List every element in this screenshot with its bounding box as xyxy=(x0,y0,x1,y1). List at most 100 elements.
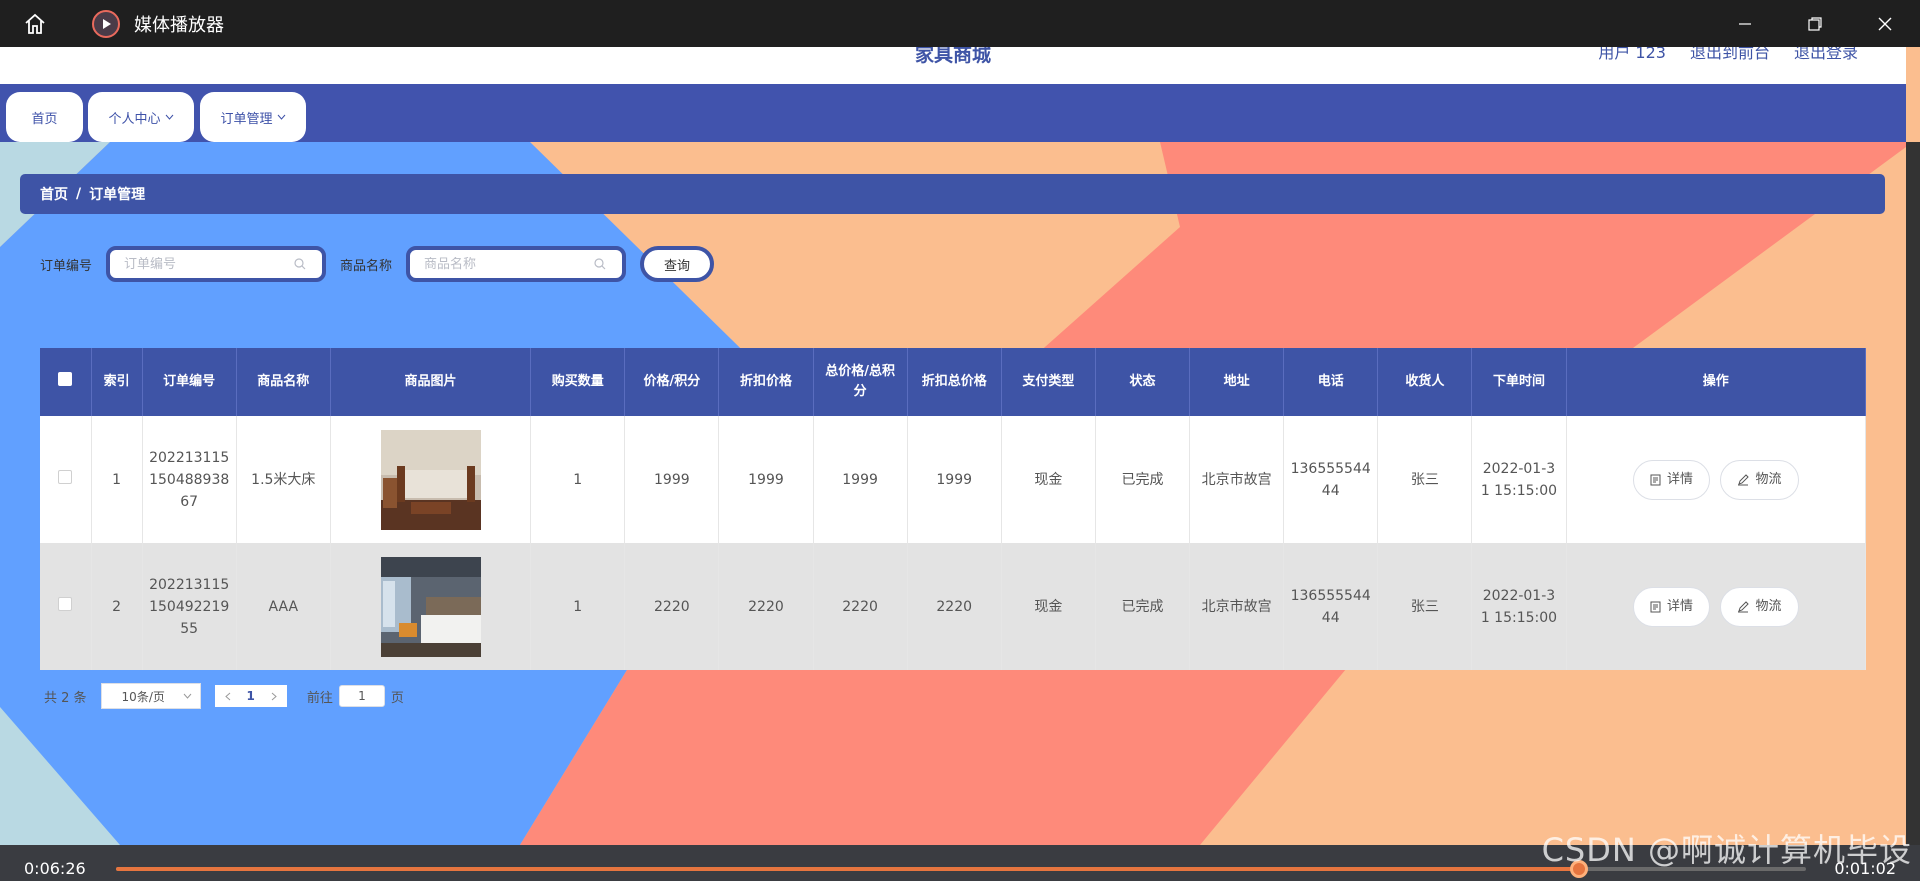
time-elapsed: 0:06:26 xyxy=(24,859,86,878)
chevron-down-icon xyxy=(183,693,191,699)
cell-pay-type: 现金 xyxy=(1001,543,1096,670)
col-status: 状态 xyxy=(1095,348,1191,416)
col-image: 商品图片 xyxy=(330,348,532,416)
detail-button[interactable]: 详情 xyxy=(1633,586,1711,627)
query-button[interactable]: 查询 xyxy=(640,246,715,282)
detail-button-label: 详情 xyxy=(1667,471,1694,487)
cell-pay-type: 现金 xyxy=(1001,416,1096,543)
col-time: 下单时间 xyxy=(1471,348,1567,416)
col-price: 价格/积分 xyxy=(624,348,720,416)
detail-button[interactable]: 详情 xyxy=(1633,459,1711,500)
col-receiver: 收货人 xyxy=(1377,348,1473,416)
home-icon[interactable] xyxy=(20,9,50,39)
orders-table: 索引 订单编号 商品名称 商品图片 购买数量 价格/积分 折扣价格 总价格/总积… xyxy=(40,348,1867,670)
cell-address: 北京市故宫 xyxy=(1189,543,1285,670)
pagination: 共 2 条 10条/页 1 前往 1 页 xyxy=(44,683,404,709)
cell-address: 北京市故宫 xyxy=(1189,416,1285,543)
search-bar: 订单编号 商品名称 查询 xyxy=(40,246,715,282)
cell-phone: 13655554444 xyxy=(1283,543,1379,670)
cell-phone: 13655554444 xyxy=(1283,416,1379,543)
page-content: 家具商城 用户 123 退出到前台 退出登录 首页 个人中心 订单管理 首页 /… xyxy=(0,47,1920,845)
table-row: 2 202213115150492​21955 AAA xyxy=(40,543,1867,670)
cell-status: 已完成 xyxy=(1095,543,1191,670)
product-name-label: 商品名称 xyxy=(340,258,393,274)
close-icon[interactable] xyxy=(1850,0,1920,47)
chevron-down-icon xyxy=(277,114,285,120)
col-ops: 操作 xyxy=(1566,348,1867,416)
cell-price: 2220 xyxy=(624,543,720,670)
logistics-button-label: 物流 xyxy=(1755,598,1782,614)
select-all-cell xyxy=(40,348,92,416)
user-label[interactable]: 用户 123 xyxy=(1598,47,1666,61)
nav-tab-personal[interactable]: 个人中心 xyxy=(88,92,194,142)
cell-image xyxy=(330,416,532,543)
logistics-button[interactable]: 物流 xyxy=(1720,459,1799,500)
nav-tab-personal-label: 个人中心 xyxy=(108,111,161,127)
cell-ops: 详情 物流 xyxy=(1566,416,1867,543)
nav-tab-orders-label: 订单管理 xyxy=(220,111,273,127)
cell-order-no: 202213115150492​21955 xyxy=(142,543,237,670)
cell-product: 1.5米大床 xyxy=(236,416,331,543)
restore-icon[interactable] xyxy=(1780,0,1850,47)
goto-page-input[interactable]: 1 xyxy=(338,685,385,707)
cell-discount-price: 1999 xyxy=(718,416,814,543)
order-number-field[interactable] xyxy=(106,246,327,282)
logistics-button[interactable]: 物流 xyxy=(1720,586,1799,627)
product-image-sofa[interactable] xyxy=(380,429,481,530)
breadcrumb-current: 订单管理 xyxy=(89,187,146,203)
page-navigator: 1 xyxy=(214,685,287,707)
col-qty: 购买数量 xyxy=(530,348,626,416)
cell-product: AAA xyxy=(236,543,331,670)
logout-link[interactable]: 退出登录 xyxy=(1794,47,1858,61)
cell-time: 2022-01-31 15:15:00 xyxy=(1471,416,1567,543)
minimize-icon[interactable] xyxy=(1710,0,1780,47)
col-total: 总价格/总积分 xyxy=(813,348,908,416)
col-discount-total: 折扣总价格 xyxy=(907,348,1002,416)
player-title: 媒体播放器 xyxy=(134,14,224,36)
cell-total: 2220 xyxy=(813,543,908,670)
product-name-input[interactable] xyxy=(424,256,595,272)
col-product: 商品名称 xyxy=(236,348,331,416)
chevron-right-icon[interactable] xyxy=(271,692,277,701)
page-size-value: 10条/页 xyxy=(121,689,165,704)
cell-index: 1 xyxy=(91,416,143,543)
page-size-select[interactable]: 10条/页 xyxy=(100,683,201,709)
row-checkbox[interactable] xyxy=(58,596,73,611)
page-suffix: 页 xyxy=(390,690,404,706)
cell-status: 已完成 xyxy=(1095,416,1191,543)
watermark: CSDN @啊诚计算机毕设 xyxy=(1541,831,1912,869)
cell-order-no: 202213115150488​93867 xyxy=(142,416,237,543)
page-number-current[interactable]: 1 xyxy=(247,689,255,703)
select-all-checkbox[interactable] xyxy=(58,371,73,386)
table-header-row: 索引 订单编号 商品名称 商品图片 购买数量 价格/积分 折扣价格 总价格/总积… xyxy=(40,348,1867,416)
document-icon xyxy=(1650,474,1661,485)
site-header: 家具商城 用户 123 退出到前台 退出登录 xyxy=(0,47,1906,84)
search-icon xyxy=(594,258,606,270)
goto-label: 前往 xyxy=(306,690,333,706)
cell-index: 2 xyxy=(91,543,143,670)
cell-ops: 详情 物流 xyxy=(1566,543,1867,670)
product-name-field[interactable] xyxy=(406,246,627,282)
total-count: 共 2 条 xyxy=(44,690,87,706)
col-address: 地址 xyxy=(1189,348,1285,416)
row-checkbox[interactable] xyxy=(58,469,73,484)
cell-discount-total: 2220 xyxy=(907,543,1002,670)
breadcrumb-home[interactable]: 首页 xyxy=(40,184,68,204)
nav-tab-orders[interactable]: 订单管理 xyxy=(200,92,306,142)
media-player-icon xyxy=(92,9,120,38)
product-image-bedroom[interactable] xyxy=(380,556,481,657)
col-pay-type: 支付类型 xyxy=(1001,348,1096,416)
nav-tab-home[interactable]: 首页 xyxy=(6,92,83,142)
cell-qty: 1 xyxy=(530,543,626,670)
order-number-input[interactable] xyxy=(124,256,295,272)
document-icon xyxy=(1650,601,1661,612)
logistics-button-label: 物流 xyxy=(1755,471,1782,487)
col-order-no: 订单编号 xyxy=(142,348,237,416)
detail-button-label: 详情 xyxy=(1667,598,1694,614)
nav-tab-home-label: 首页 xyxy=(31,111,58,127)
exit-to-frontend-link[interactable]: 退出到前台 xyxy=(1690,47,1770,61)
chevron-left-icon[interactable] xyxy=(224,692,231,701)
cell-discount-total: 1999 xyxy=(907,416,1002,543)
cell-time: 2022-01-31 15:15:00 xyxy=(1471,543,1567,670)
table-row: 1 202213115150488​93867 1.5米大床 xyxy=(40,416,1867,543)
